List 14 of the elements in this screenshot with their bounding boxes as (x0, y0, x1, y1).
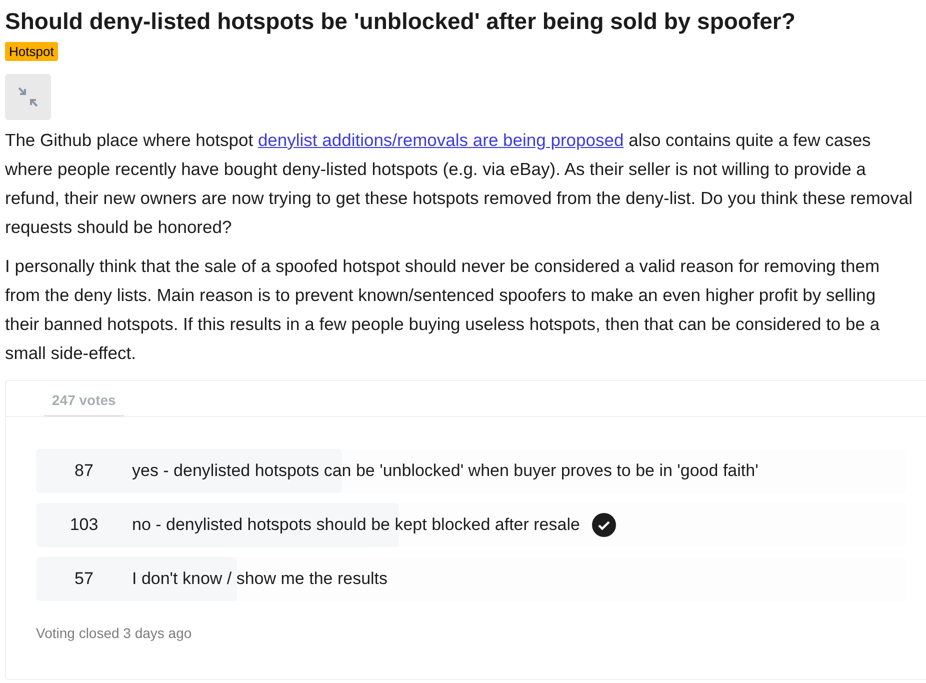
poll-status: Voting closed 3 days ago (35, 624, 193, 643)
option-label: yes - denylisted hotspots can be 'unblocked' when buyer proves to be in 'good faith' (132, 460, 758, 482)
post-title: Should deny-listed hotspots be 'unblocked' after being sold by spoofer? (5, 7, 796, 36)
option-label: no - denylisted hotspots should be kept blocked after resale (132, 514, 580, 536)
vote-count: 87 (74, 460, 94, 482)
collapse-arrows-icon (16, 85, 40, 109)
post-paragraph: The Github place where hotspot denylist additions/removals are being proposed also contains quite a few cases where people recently have bought deny-listed hotspots (e.g. via eBay). As their seller is not willing to provide a refund, their new owners are now trying to get these hotspots removed from the deny-list. Do you think these removal requests should be honored? (5, 129, 914, 239)
flair-tag: Hotspot (5, 42, 58, 61)
vote-count: 103 (68, 514, 100, 536)
collapse-button[interactable] (5, 74, 51, 120)
option-label: I don't know / show me the results (132, 568, 388, 590)
post-paragraph: I personally think that the sale of a spoofed hotspot should never be considered a valid reason for removing them from the deny lists. Main reason is to prevent known/sentenced spoofers to make an even higher profit by selling their banned hotspots. If this results in a few people buying useless hotspots, then that can be considered to be a small side-effect. (5, 255, 881, 365)
proposals-link[interactable]: denylist additions/removals are being proposed (258, 130, 624, 150)
vote-count: 57 (74, 568, 94, 590)
